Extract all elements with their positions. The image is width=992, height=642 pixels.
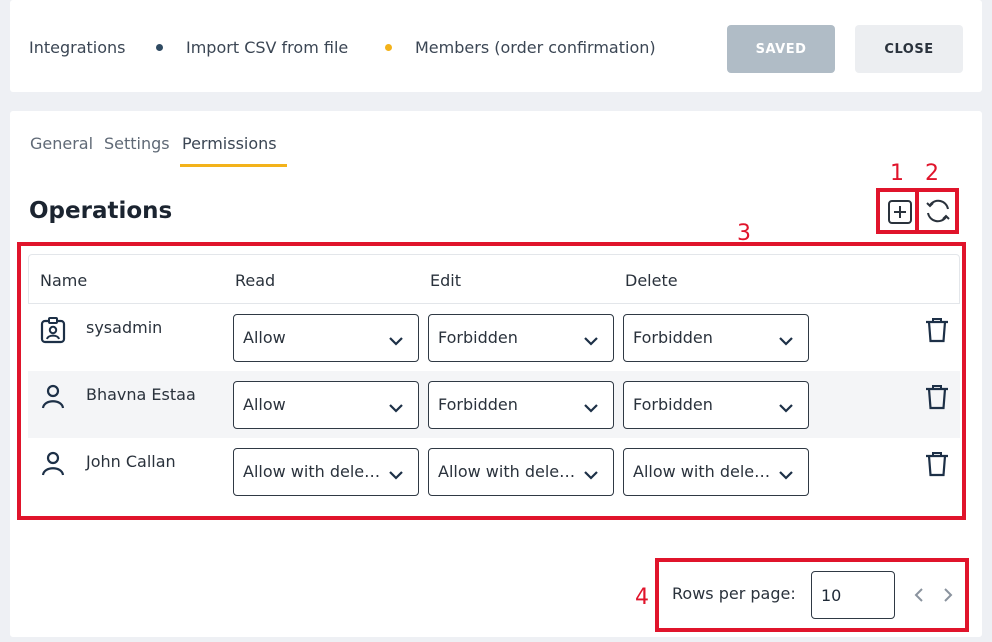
breadcrumb-integrations[interactable]: Integrations: [29, 38, 126, 58]
tab-general[interactable]: General: [30, 134, 93, 154]
close-button[interactable]: CLOSE: [855, 25, 963, 73]
breadcrumb-current: Members (order confirmation): [415, 38, 656, 57]
tab-permissions[interactable]: Permissions: [182, 134, 277, 154]
breadcrumb-separator-dot: [385, 44, 392, 51]
annotation-number-1: 1: [890, 161, 904, 186]
annotation-number-4: 4: [635, 585, 649, 610]
saved-button[interactable]: SAVED: [727, 25, 835, 73]
annotation-number-2: 2: [925, 161, 939, 186]
active-tab-indicator: [180, 164, 287, 167]
section-title: Operations: [29, 198, 173, 224]
annotation-number-3: 3: [737, 221, 751, 246]
annotation-box-3: [17, 242, 966, 520]
tab-settings[interactable]: Settings: [104, 134, 170, 154]
annotation-box-4: [655, 558, 969, 632]
annotation-box-2: [915, 188, 959, 234]
breadcrumb-import-csv[interactable]: Import CSV from file: [186, 38, 348, 58]
breadcrumb-separator-dot: [156, 44, 163, 51]
annotation-box-1: [876, 188, 919, 234]
